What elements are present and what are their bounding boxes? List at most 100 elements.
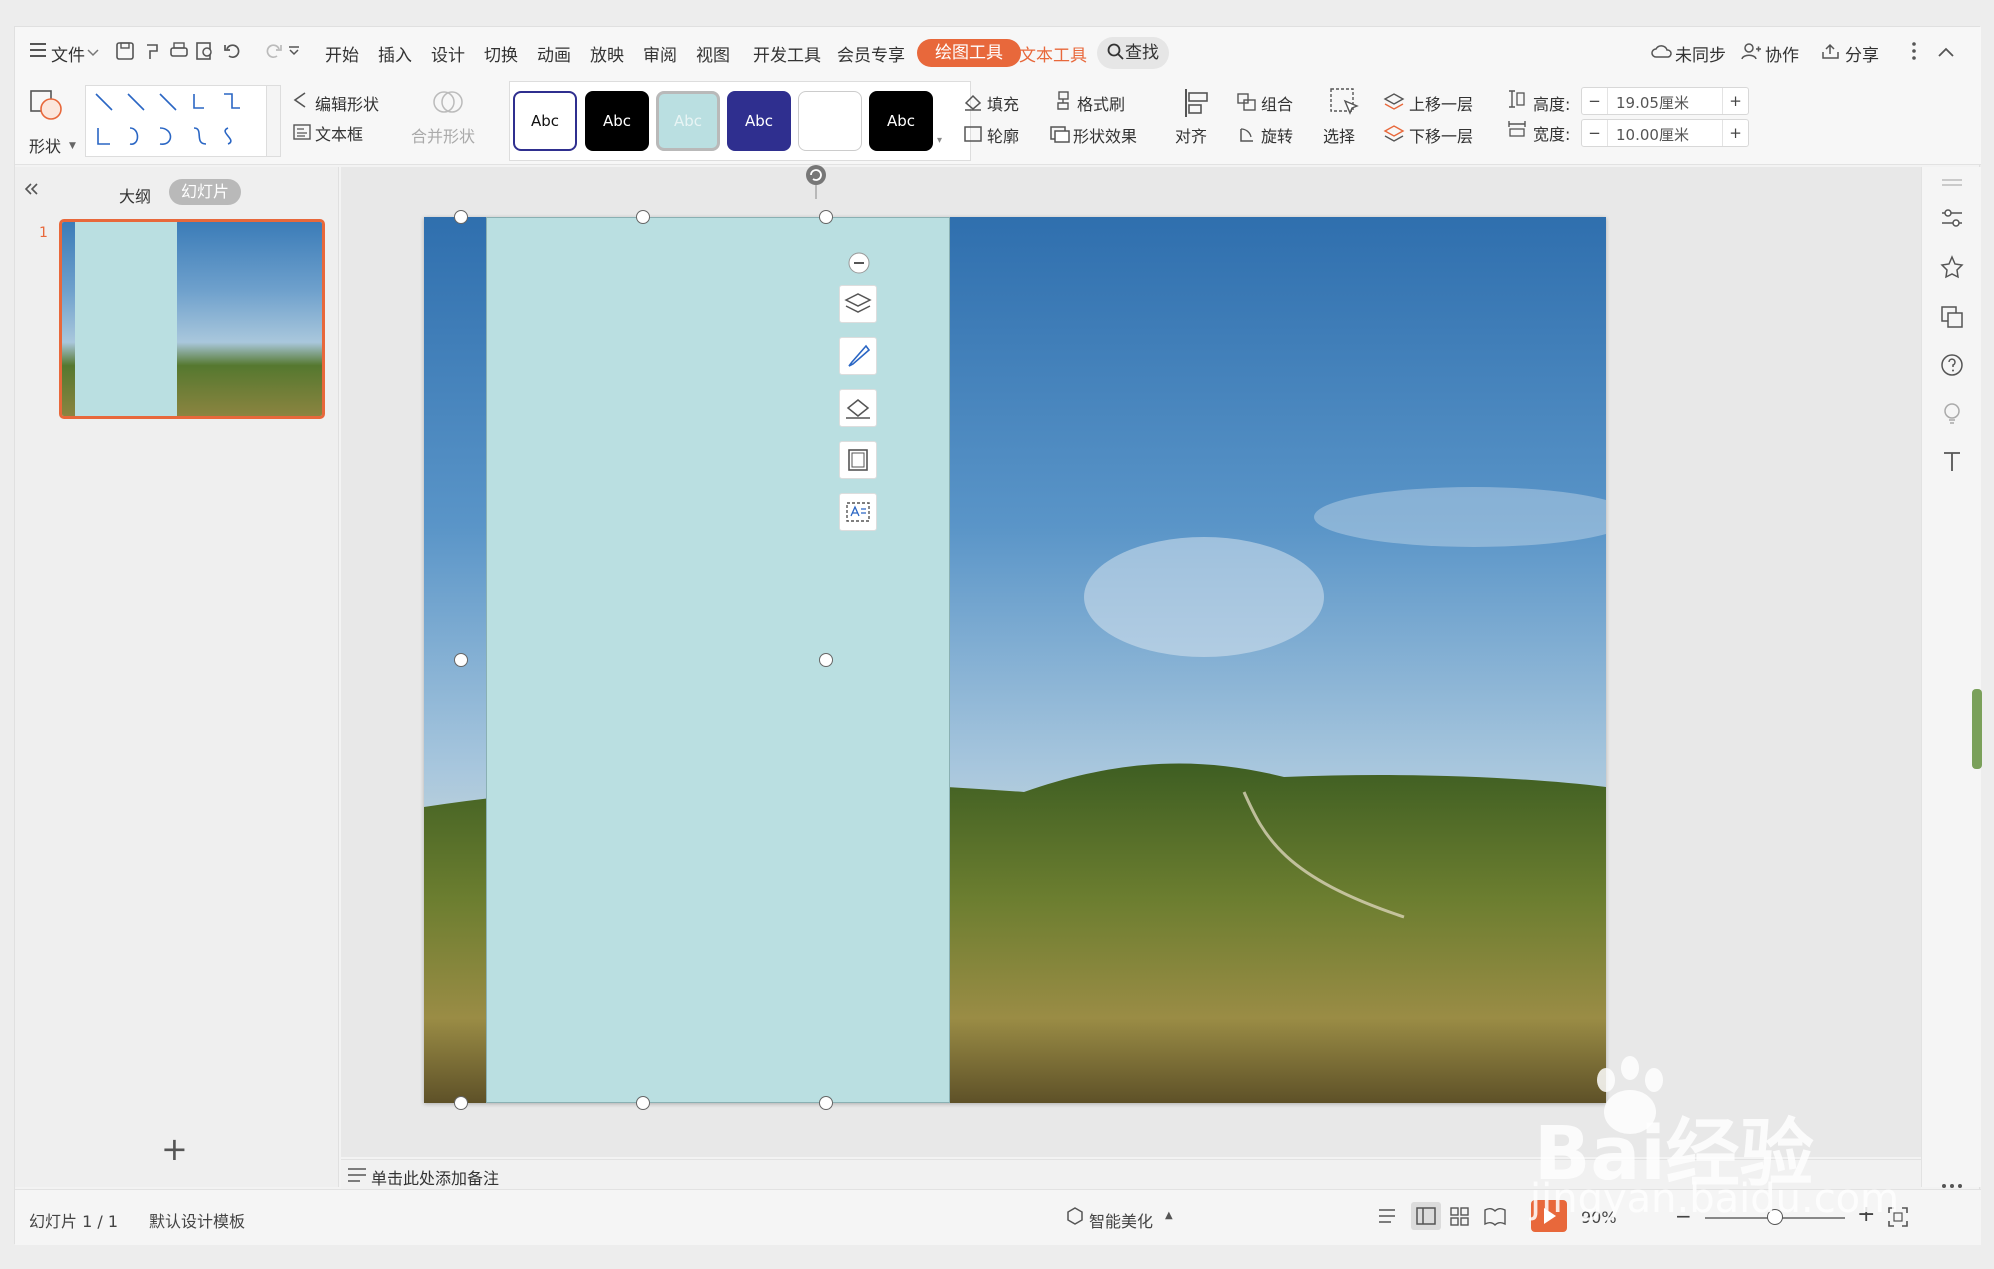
group-button[interactable]: 组合 <box>1261 91 1293 115</box>
style-swatch-lightblue[interactable]: Abc <box>656 91 720 151</box>
width-stepper[interactable]: − 10.00厘米 + <box>1581 119 1749 147</box>
tab-developer[interactable]: 开发工具 <box>753 41 821 66</box>
format-icon[interactable] <box>143 41 163 66</box>
print-icon[interactable] <box>169 41 189 66</box>
textbox-icon[interactable] <box>293 123 311 146</box>
reading-view-icon[interactable] <box>1483 1206 1507 1233</box>
width-value[interactable]: 10.00厘米 <box>1616 124 1689 145</box>
template-name[interactable]: 默认设计模板 <box>149 1208 245 1232</box>
collapse-float-toolbar-icon[interactable] <box>847 251 871 280</box>
print-preview-icon[interactable] <box>195 41 215 66</box>
help-icon[interactable] <box>1940 353 1964 382</box>
file-menu[interactable]: 文件 <box>51 41 85 66</box>
cloud-icon[interactable] <box>1651 42 1673 65</box>
undo-icon[interactable] <box>223 41 249 66</box>
drag-handle-icon[interactable] <box>1940 173 1964 193</box>
rotate-button[interactable]: 旋转 <box>1261 123 1293 147</box>
shape-icon[interactable] <box>29 87 65 128</box>
shape-gallery[interactable] <box>85 85 281 157</box>
switch-icon[interactable] <box>1940 305 1964 334</box>
select-icon[interactable] <box>1329 87 1361 124</box>
tab-slides[interactable]: 幻灯片 <box>169 179 242 205</box>
outline-button[interactable]: 轮廓 <box>987 123 1019 147</box>
text-icon[interactable] <box>1940 449 1964 478</box>
resize-handle-bottom-left[interactable] <box>454 1096 468 1110</box>
resize-handle-bottom[interactable] <box>636 1096 650 1110</box>
resize-handle-left[interactable] <box>454 653 468 667</box>
tab-review[interactable]: 审阅 <box>643 41 677 66</box>
style-swatch-white[interactable]: Abc <box>513 91 577 151</box>
side-scroll-handle[interactable] <box>1972 689 1982 769</box>
tab-text-tools[interactable]: 文本工具 <box>1019 41 1087 66</box>
add-slide-button[interactable]: + <box>161 1133 188 1165</box>
customize-icon[interactable] <box>287 43 301 63</box>
style-swatch-black[interactable]: Abc <box>585 91 649 151</box>
fill-icon[interactable] <box>963 93 983 116</box>
style-swatch-black-2[interactable]: Abc <box>869 91 933 151</box>
star-icon[interactable] <box>1940 255 1964 284</box>
chevron-down-icon[interactable] <box>87 43 99 63</box>
collapse-ribbon-icon[interactable] <box>1937 43 1955 63</box>
settings-sliders-icon[interactable] <box>1940 207 1964 234</box>
chevron-up-icon[interactable]: ▲ <box>1165 1210 1173 1221</box>
slide-1[interactable] <box>424 217 1606 1103</box>
vertical-scrollbar[interactable] <box>1901 167 1913 1017</box>
shape-effect-icon[interactable] <box>1049 125 1071 148</box>
rotate-icon[interactable] <box>1237 125 1257 148</box>
tab-home[interactable]: 开始 <box>325 41 359 66</box>
tab-slideshow[interactable]: 放映 <box>590 41 624 66</box>
collab-button[interactable]: 协作 <box>1765 41 1799 66</box>
select-button[interactable]: 选择 <box>1323 123 1355 147</box>
resize-handle-bottom-right[interactable] <box>819 1096 833 1110</box>
slide-sorter-icon[interactable] <box>1449 1206 1471 1233</box>
tab-view[interactable]: 视图 <box>696 41 730 66</box>
height-decrease-button[interactable]: − <box>1582 88 1608 114</box>
style-swatch-blank[interactable] <box>798 91 862 151</box>
search-button[interactable]: 查找 <box>1097 37 1169 69</box>
sync-status[interactable]: 未同步 <box>1675 41 1726 66</box>
float-fill-button[interactable] <box>839 389 877 427</box>
style-swatch-navy[interactable]: Abc <box>727 91 791 151</box>
normal-view-icon[interactable] <box>1411 1202 1441 1230</box>
tab-member[interactable]: 会员专享 <box>837 41 905 66</box>
height-value[interactable]: 19.05厘米 <box>1616 92 1689 113</box>
edit-shape-button[interactable]: 编辑形状 <box>315 91 379 115</box>
outline-icon[interactable] <box>963 125 983 148</box>
width-decrease-button[interactable]: − <box>1582 120 1608 146</box>
width-increase-button[interactable]: + <box>1722 120 1748 146</box>
tab-drawing-tools[interactable]: 绘图工具 <box>917 39 1021 67</box>
collab-icon[interactable] <box>1741 42 1761 65</box>
smart-beautify-icon[interactable] <box>1065 1206 1085 1231</box>
tab-insert[interactable]: 插入 <box>378 41 412 66</box>
fill-button[interactable]: 填充 <box>987 91 1019 115</box>
resize-handle-top[interactable] <box>636 210 650 224</box>
send-backward-button[interactable]: 下移一层 <box>1409 123 1473 147</box>
align-button[interactable]: 对齐 <box>1175 123 1207 147</box>
float-layers-button[interactable] <box>839 285 877 323</box>
tab-animation[interactable]: 动画 <box>537 41 571 66</box>
align-icon[interactable] <box>1183 87 1213 124</box>
height-stepper[interactable]: − 19.05厘米 + <box>1581 87 1749 115</box>
rotate-handle-icon[interactable] <box>803 163 829 204</box>
share-icon[interactable] <box>1821 42 1841 65</box>
format-painter-button[interactable]: 格式刷 <box>1077 91 1125 115</box>
float-text-button[interactable] <box>839 493 877 531</box>
share-button[interactable]: 分享 <box>1845 41 1879 66</box>
resize-handle-top-left[interactable] <box>454 210 468 224</box>
bring-forward-button[interactable]: 上移一层 <box>1409 91 1473 115</box>
collapse-panel-icon[interactable] <box>23 181 39 201</box>
float-style-button[interactable] <box>839 337 877 375</box>
more-icon[interactable] <box>1911 41 1917 66</box>
textbox-button[interactable]: 文本框 <box>315 121 363 145</box>
format-painter-icon[interactable] <box>1055 91 1073 116</box>
bring-forward-icon[interactable] <box>1383 91 1405 116</box>
edit-shape-icon[interactable] <box>293 91 311 114</box>
redo-icon[interactable] <box>263 41 289 66</box>
selected-rectangle-shape[interactable] <box>486 217 950 1103</box>
tab-outline[interactable]: 大纲 <box>119 183 151 207</box>
lightbulb-icon[interactable] <box>1940 401 1964 430</box>
hamburger-icon[interactable] <box>29 41 47 59</box>
smart-beautify-button[interactable]: 智能美化 <box>1089 1208 1153 1232</box>
shape-effect-button[interactable]: 形状效果 <box>1073 123 1137 147</box>
shape-button-label[interactable]: 形状 <box>29 133 61 157</box>
